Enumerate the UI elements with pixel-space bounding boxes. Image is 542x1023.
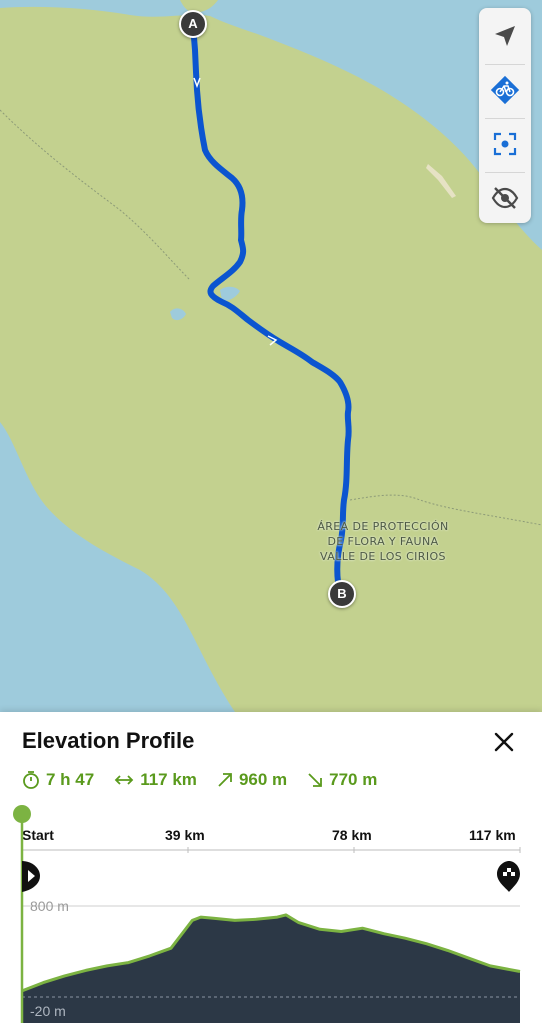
map-controls	[479, 8, 531, 223]
descent-value: 770 m	[329, 770, 378, 789]
elevation-chart[interactable]: Start 39 km 78 km 117 km 800 m -20 m	[0, 800, 542, 1023]
area-label-line: DE FLORA Y FAUNA	[327, 535, 439, 548]
panel-title: Elevation Profile	[22, 728, 195, 753]
center-route-icon	[493, 132, 517, 156]
protected-area-label: ÁREA DE PROTECCIÓN DE FLORA Y FAUNA VALL…	[300, 519, 466, 564]
ascent-value: 960 m	[238, 770, 288, 789]
map-view[interactable]: ÁREA DE PROTECCIÓN DE FLORA Y FAUNA VALL…	[0, 0, 542, 712]
descent-stat: 770 m	[307, 770, 377, 790]
route-stats: 7 h 47 117 km 960 m 770 m	[22, 768, 397, 792]
y-tick-label: -20 m	[30, 1003, 66, 1019]
start-flag-icon	[22, 861, 40, 892]
distance-arrows-icon	[114, 775, 134, 785]
close-icon	[494, 732, 514, 752]
navigation-button[interactable]	[479, 10, 531, 62]
finish-flag-icon	[497, 861, 520, 892]
area-label-line: ÁREA DE PROTECCIÓN	[317, 520, 449, 533]
hide-route-button[interactable]	[479, 172, 531, 224]
start-marker-a[interactable]: A	[179, 10, 207, 38]
area-label-line: VALLE DE LOS CIRIOS	[320, 550, 446, 563]
ascent-stat: 960 m	[217, 770, 287, 790]
cycling-mode-icon	[490, 75, 520, 105]
close-button[interactable]	[488, 726, 520, 758]
elevation-panel: Elevation Profile 7 h 47 117 km 960 m 77…	[0, 712, 542, 1023]
navigation-arrow-icon	[495, 26, 515, 46]
end-marker-b[interactable]: B	[328, 580, 356, 608]
stopwatch-icon	[23, 771, 39, 789]
center-route-button[interactable]	[479, 118, 531, 170]
duration-value: 7 h 47	[46, 770, 95, 789]
hide-eye-icon	[491, 187, 519, 209]
duration-stat: 7 h 47	[22, 770, 94, 790]
elevation-chart-svg: 800 m -20 m	[13, 805, 521, 1023]
map-canvas[interactable]	[0, 0, 542, 712]
distance-value: 117 km	[140, 770, 197, 789]
y-tick-label: 800 m	[30, 898, 69, 914]
descent-arrow-icon	[308, 773, 323, 787]
distance-stat: 117 km	[114, 770, 197, 790]
cycling-mode-button[interactable]	[479, 64, 531, 116]
position-cursor-handle[interactable]	[13, 805, 31, 823]
ascent-arrow-icon	[218, 773, 232, 787]
